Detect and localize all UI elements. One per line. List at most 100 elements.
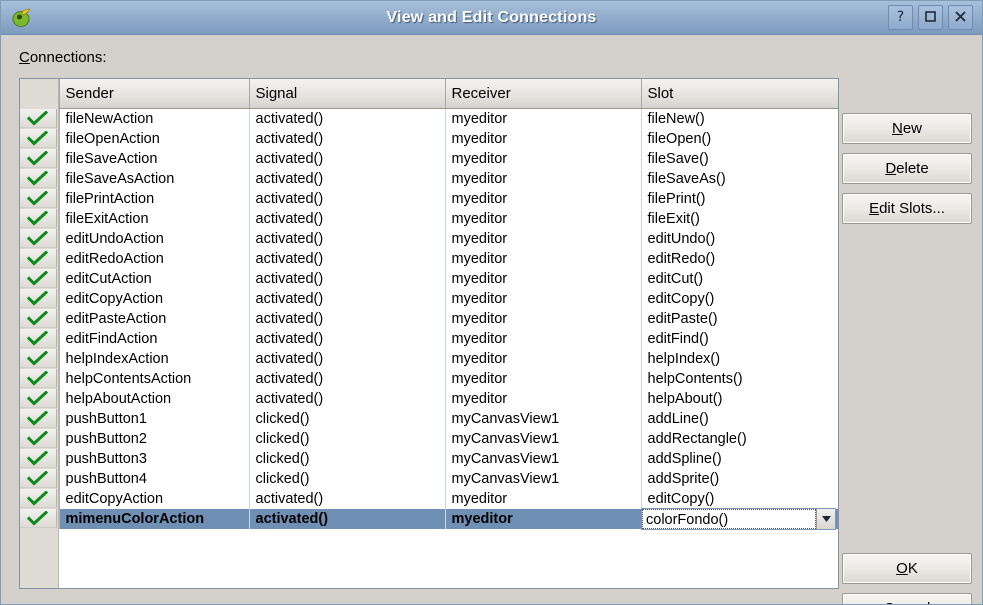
cell-signal[interactable]: activated() [249,488,446,509]
table-row[interactable]: editUndoAction activated() myeditor editUnd… [20,228,838,249]
cell-receiver[interactable]: myeditor [445,168,642,189]
checkmark-icon[interactable] [20,149,57,168]
cell-sender[interactable]: editCopyAction [59,288,250,309]
row-checkbox-cell[interactable] [20,428,60,449]
slot-combobox[interactable]: colorFondo() [641,508,836,530]
cell-sender[interactable]: helpContentsAction [59,368,250,389]
cell-receiver[interactable]: myCanvasView1 [445,468,642,489]
cell-sender[interactable]: fileNewAction [59,108,250,129]
help-button[interactable]: ? [888,5,913,30]
row-checkbox-cell[interactable] [20,148,60,169]
cell-slot[interactable]: fileSaveAs() [641,169,838,189]
slot-combobox-input[interactable]: colorFondo() [642,509,816,529]
checkmark-icon[interactable] [20,109,57,128]
cell-receiver[interactable]: myeditor [445,368,642,389]
cell-slot[interactable]: addRectangle() [641,429,838,449]
table-row[interactable]: pushButton4 clicked() myCanvasView1 addSpri… [20,468,838,489]
table-row[interactable]: editPasteAction activated() myeditor editPa… [20,308,838,329]
cell-sender[interactable]: editRedoAction [59,248,250,269]
row-checkbox-cell[interactable] [20,408,60,429]
cell-signal[interactable]: activated() [249,208,446,229]
checkmark-icon[interactable] [20,309,57,328]
checkmark-icon[interactable] [20,269,57,288]
new-button[interactable]: New [842,113,972,144]
table-row[interactable]: editCopyAction activated() myeditor editCop… [20,488,838,509]
table-row[interactable]: editRedoAction activated() myeditor editRed… [20,248,838,269]
cell-sender[interactable]: fileExitAction [59,208,250,229]
edit-slots-button[interactable]: Edit Slots... [842,193,972,224]
table-row[interactable]: fileExitAction activated() myeditor fileExi… [20,208,838,229]
delete-button[interactable]: Delete [842,153,972,184]
table-row[interactable]: helpIndexAction activated() myeditor helpIn… [20,348,838,369]
checkmark-icon[interactable] [20,169,57,188]
cell-signal[interactable]: activated() [249,328,446,349]
cell-signal[interactable]: clicked() [249,408,446,429]
row-checkbox-cell[interactable] [20,308,60,329]
cell-sender[interactable]: pushButton4 [59,468,250,489]
checkmark-icon[interactable] [20,509,57,528]
checkmark-icon[interactable] [20,429,57,448]
cell-slot[interactable]: fileSave() [641,149,838,169]
row-checkbox-cell[interactable] [20,108,60,129]
cell-signal[interactable]: activated() [249,368,446,389]
cell-signal[interactable]: activated() [249,348,446,369]
row-checkbox-cell[interactable] [20,228,60,249]
cell-receiver[interactable]: myeditor [445,308,642,329]
column-header-sender[interactable]: Sender [59,79,250,109]
cell-signal[interactable]: activated() [249,128,446,149]
table-row[interactable]: fileOpenAction activated() myeditor fileOpe… [20,128,838,149]
cell-slot[interactable]: editCopy() [641,489,838,509]
cell-receiver[interactable]: myeditor [445,508,642,529]
cell-receiver[interactable]: myeditor [445,128,642,149]
cell-receiver[interactable]: myeditor [445,488,642,509]
cell-signal[interactable]: clicked() [249,448,446,469]
cell-sender[interactable]: editFindAction [59,328,250,349]
cell-receiver[interactable]: myeditor [445,288,642,309]
checkmark-icon[interactable] [20,249,57,268]
cell-slot[interactable]: fileExit() [641,209,838,229]
chevron-down-icon[interactable] [816,509,835,529]
table-row[interactable]: pushButton1 clicked() myCanvasView1 addLine… [20,408,838,429]
table-row[interactable]: helpContentsAction activated() myeditor hel… [20,368,838,389]
cell-sender[interactable]: helpAboutAction [59,388,250,409]
cell-sender[interactable]: fileSaveAction [59,148,250,169]
checkmark-icon[interactable] [20,409,57,428]
cell-receiver[interactable]: myeditor [445,208,642,229]
column-header-signal[interactable]: Signal [249,79,446,109]
cell-receiver[interactable]: myCanvasView1 [445,428,642,449]
cell-slot[interactable]: helpContents() [641,369,838,389]
cell-signal[interactable]: clicked() [249,468,446,489]
title-bar[interactable]: View and Edit Connections ? [1,1,982,35]
cell-receiver[interactable]: myeditor [445,188,642,209]
cell-slot[interactable]: editCopy() [641,289,838,309]
cell-slot[interactable]: editPaste() [641,309,838,329]
maximize-button[interactable] [918,5,943,30]
table-row[interactable]: filePrintAction activated() myeditor filePr… [20,188,838,209]
row-checkbox-cell[interactable] [20,168,60,189]
cell-slot[interactable]: fileNew() [641,108,838,129]
row-checkbox-cell[interactable] [20,288,60,309]
cell-sender[interactable]: editCopyAction [59,488,250,509]
row-checkbox-cell[interactable] [20,388,60,409]
row-checkbox-cell[interactable] [20,368,60,389]
connections-table-container[interactable]: Sender Signal Receiver Slot fileNewActio… [19,78,839,589]
cell-slot[interactable]: addSpline() [641,449,838,469]
row-checkbox-cell[interactable] [20,248,60,269]
cell-slot[interactable]: editFind() [641,329,838,349]
checkmark-icon[interactable] [20,229,57,248]
cell-sender[interactable]: fileSaveAsAction [59,168,250,189]
cell-sender[interactable]: filePrintAction [59,188,250,209]
cell-receiver[interactable]: myeditor [445,108,642,129]
cell-signal[interactable]: activated() [249,168,446,189]
cell-sender[interactable]: pushButton1 [59,408,250,429]
table-row[interactable]: pushButton2 clicked() myCanvasView1 addRect… [20,428,838,449]
cell-signal[interactable]: activated() [249,388,446,409]
cell-signal[interactable]: activated() [249,268,446,289]
row-checkbox-cell[interactable] [20,188,60,209]
cancel-button[interactable]: Cancel [842,593,972,604]
cell-signal[interactable]: clicked() [249,428,446,449]
row-checkbox-cell[interactable] [20,328,60,349]
table-row[interactable]: fileNewAction activated() myeditor fileNew(… [20,108,838,129]
cell-signal[interactable]: activated() [249,228,446,249]
cell-slot[interactable]: editRedo() [641,249,838,269]
